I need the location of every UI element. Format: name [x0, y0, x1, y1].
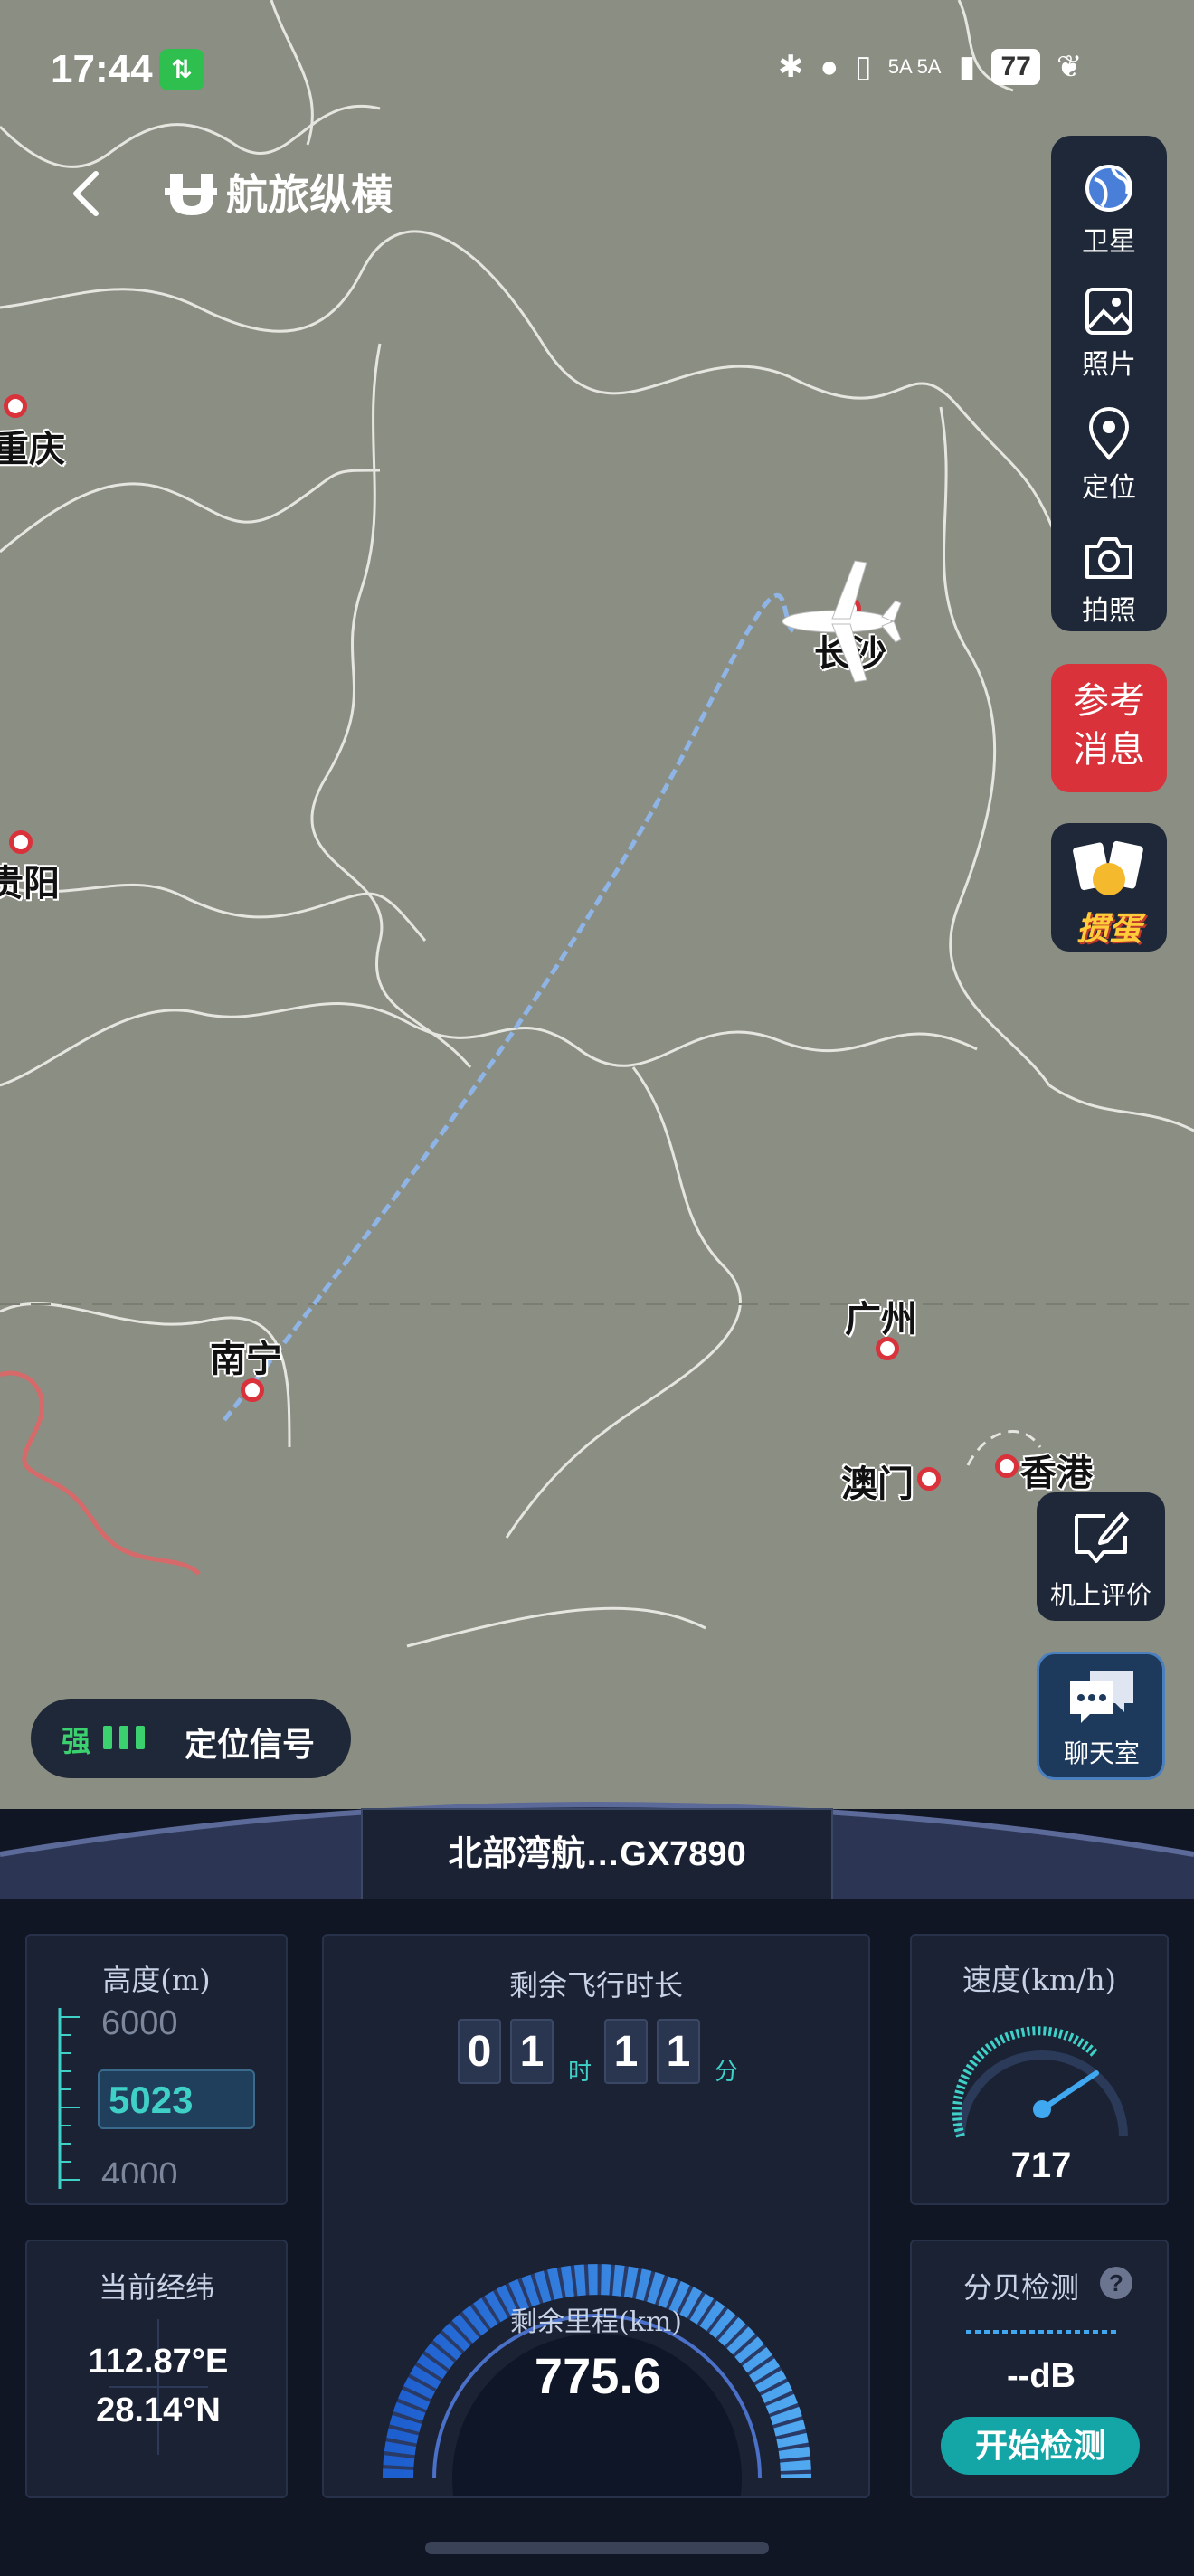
location-pin-icon — [1088, 407, 1130, 461]
altitude-tick-low: 4000 — [101, 2156, 178, 2183]
crosshair-icon — [109, 2319, 208, 2455]
app-logo-text: 航旅纵横 — [226, 171, 393, 218]
city-label-chongqing: 重庆 — [0, 430, 65, 469]
remaining-time-title: 剩余飞行时长 — [508, 1968, 683, 2003]
playing-cards-icon — [1073, 840, 1143, 895]
camera-icon — [1085, 537, 1132, 579]
status-time: 17:44 — [51, 47, 153, 91]
city-marker-nanning[interactable] — [241, 1378, 264, 1402]
battery-icon: 77 — [991, 49, 1040, 85]
minutes-digit-2: 1 — [657, 2019, 700, 2084]
remaining-flight-card: 剩余飞行时长 0 1 时 1 1 分 剩余里程(km) 775.6 — [322, 1934, 870, 2498]
decibel-value: --dB — [1007, 2357, 1076, 2395]
altitude-card: 高度(m) 6000 5023 4000 — [25, 1934, 288, 2205]
altitude-scale — [58, 2008, 80, 2189]
camera-label: 拍照 — [1082, 596, 1136, 626]
game-promo-button[interactable]: 掼蛋 — [1051, 823, 1167, 952]
globe-icon — [1085, 165, 1132, 212]
bluetooth-icon: ✱ — [778, 50, 804, 84]
speed-title: 速度(km/h) — [962, 1963, 1117, 1997]
speed-value: 717 — [1010, 2145, 1072, 2185]
chat-room-label: 聊天室 — [1063, 1739, 1140, 1767]
cell-signal-text: 5A 5A — [887, 55, 942, 78]
coordinates-card: 当前经纬 112.87°E 28.14°N — [25, 2240, 288, 2498]
cell-signal-icon: ▮ — [958, 50, 976, 84]
satellite-label: 卫星 — [1082, 227, 1136, 257]
city-label-hongkong: 香港 — [1020, 1454, 1093, 1493]
hours-unit: 时 — [568, 2058, 592, 2085]
photo-icon — [1085, 288, 1132, 335]
hours-digit-1: 0 — [458, 2019, 501, 2084]
remaining-distance-title: 剩余里程(km) — [509, 2306, 683, 2338]
minutes-digit-1: 1 — [604, 2019, 648, 2084]
signal-label: 定位信号 — [185, 1726, 316, 1764]
latitude-value: 28.14°N — [96, 2391, 221, 2429]
locate-label: 定位 — [1082, 473, 1136, 503]
city-marker-macau[interactable] — [917, 1467, 941, 1491]
app-logo: 航旅纵横 — [165, 165, 393, 219]
status-bar: 17:44 ⇅ ✱ ● ▯ 5A 5A ▮ 77 ❦ — [0, 0, 1194, 136]
help-icon[interactable]: ? — [1100, 2267, 1132, 2299]
chat-room-button[interactable]: 聊天室 — [1037, 1652, 1165, 1780]
speedometer-icon — [952, 2026, 1128, 2138]
home-indicator[interactable] — [425, 2542, 769, 2554]
flight-rating-button[interactable]: 机上评价 — [1037, 1492, 1165, 1621]
news-promo-button[interactable]: 参考消息 — [1051, 664, 1167, 792]
flight-rating-label: 机上评价 — [1049, 1581, 1151, 1609]
camera-button[interactable]: 拍照 — [1051, 516, 1167, 630]
city-marker-guangzhou[interactable] — [876, 1337, 899, 1360]
map-boundaries — [0, 0, 1194, 1648]
flight-map[interactable]: 重庆 贵阳 长沙 南宁 广州 澳门 香港 — [0, 0, 1194, 1809]
city-label-guiyang: 贵阳 — [0, 864, 60, 904]
minutes-unit: 分 — [715, 2058, 739, 2085]
altitude-title: 高度(m) — [102, 1963, 211, 1997]
airplane-icon — [782, 560, 902, 683]
game-promo-label: 掼蛋 — [1076, 910, 1142, 947]
decibel-wave — [966, 2330, 1116, 2334]
start-detection-button[interactable]: 开始检测 — [941, 2417, 1140, 2475]
gps-signal-indicator: 强 定位信号 — [31, 1699, 351, 1778]
city-marker-guiyang[interactable] — [9, 830, 33, 854]
vibrate-icon: ▯ — [855, 50, 872, 84]
city-label-guangzhou: 广州 — [845, 1300, 917, 1340]
coordinates-title: 当前经纬 — [98, 2270, 214, 2305]
signal-bars-icon — [103, 1726, 145, 1749]
city-label-nanning: 南宁 — [210, 1340, 282, 1379]
city-marker-chongqing[interactable] — [4, 394, 27, 418]
locate-button[interactable]: 定位 — [1051, 393, 1167, 507]
hours-digit-2: 1 — [510, 2019, 554, 2084]
satellite-button[interactable]: 卫星 — [1051, 147, 1167, 260]
altitude-value: 5023 — [109, 2079, 194, 2121]
news-promo-label: 参考消息 — [1073, 680, 1145, 771]
remaining-distance-value: 775.6 — [534, 2347, 662, 2404]
photo-label: 照片 — [1082, 350, 1136, 380]
edit-comment-icon — [1075, 1512, 1129, 1563]
longitude-value: 112.87°E — [88, 2343, 229, 2381]
leaf-icon: ❦ — [1056, 50, 1083, 84]
speed-card: 速度(km/h) 717 — [910, 1934, 1169, 2205]
map-tools-panel: 卫星 照片 定位 拍照 — [1051, 136, 1167, 631]
altitude-tick-high: 6000 — [101, 2004, 178, 2042]
app-logo-mark-icon — [165, 174, 217, 215]
back-arrow-icon[interactable] — [62, 166, 116, 221]
flight-name: 北部湾航…GX7890 — [448, 1835, 746, 1873]
signal-strength-text: 强 — [62, 1725, 91, 1757]
city-label-macau: 澳门 — [841, 1464, 914, 1504]
status-icons: ✱ ● ▯ 5A 5A ▮ 77 ❦ — [778, 49, 1082, 85]
chat-bubble-icon — [1070, 1671, 1133, 1723]
header: 航旅纵横 — [0, 154, 543, 235]
hd-icon: ● — [820, 49, 839, 84]
data-transfer-icon: ⇅ — [159, 49, 204, 90]
city-marker-hongkong[interactable] — [995, 1454, 1019, 1478]
photo-button[interactable]: 照片 — [1051, 270, 1167, 384]
